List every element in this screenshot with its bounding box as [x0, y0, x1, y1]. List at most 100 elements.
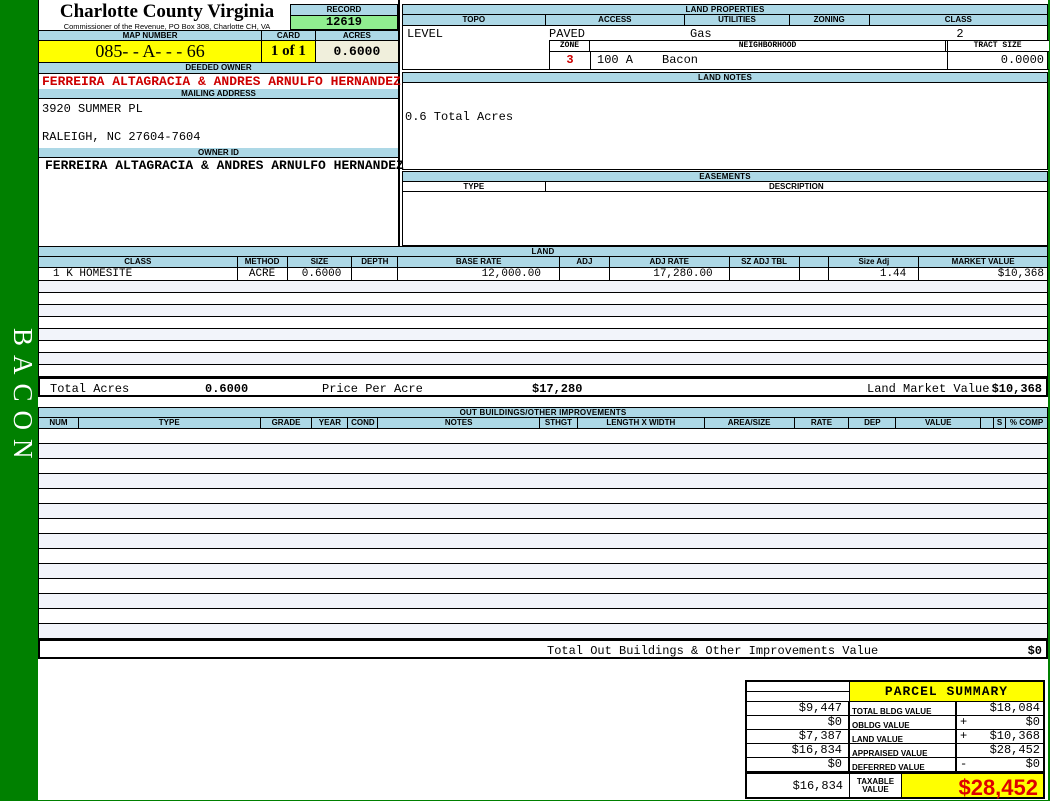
col-year: YEAR [312, 418, 348, 428]
land-empty-row [39, 281, 1047, 293]
prior-value: $7,387 [747, 730, 850, 743]
sidebar-vertical-label: BACON [1, 328, 38, 468]
cell-depth [352, 268, 398, 280]
map-header-row: MAP NUMBER CARD ACRES [39, 30, 398, 41]
address-line-2: RALEIGH, NC 27604-7604 [42, 130, 200, 144]
prior-value: $9,447 [747, 702, 850, 715]
tract-size-value: 0.0000 [947, 53, 1050, 67]
topo-label: TOPO [403, 15, 546, 25]
land-empty-row [39, 365, 1047, 377]
out-buildings-total-row: Total Out Buildings & Other Improvements… [38, 639, 1048, 659]
col-size-adj: Size Adj [829, 257, 919, 267]
summary-row-obldg: $0 OBLDG VALUE + $0 [747, 716, 1043, 730]
out-building-empty-row [39, 504, 1047, 519]
cell-base-rate: 12,000.00 [398, 268, 560, 280]
col-grade: GRADE [261, 418, 313, 428]
land-table-row: 1 K HOMESITE ACRE 0.6000 12,000.00 17,28… [38, 268, 1048, 281]
acres-value: 0.6000 [316, 41, 398, 62]
out-buildings-header-row: NUM TYPE GRADE YEAR COND NOTES STHGT LEN… [38, 418, 1048, 429]
class-value: 2 [871, 27, 1049, 41]
cell-market-value: $10,368 [919, 268, 1047, 280]
col-market-value: MARKET VALUE [919, 257, 1047, 267]
op: + [960, 716, 967, 729]
land-empty-rows [38, 281, 1048, 377]
zone-value: 3 [550, 53, 590, 67]
divider [590, 52, 591, 70]
cell-method: ACRE [238, 268, 288, 280]
land-properties-values: LEVEL PAVED Gas 2 ZONE NEIGHBORHOOD TRAC… [402, 26, 1048, 70]
col-class: CLASS [39, 257, 238, 267]
zone-label: ZONE [550, 41, 590, 51]
value: $28,452 [990, 744, 1040, 757]
current-value: + $10,368 [957, 730, 1043, 743]
col-rate: RATE [795, 418, 850, 428]
county-title: Charlotte County Virginia [39, 1, 295, 23]
county-header: Charlotte County Virginia Commissioner o… [39, 0, 398, 30]
out-building-empty-row [39, 534, 1047, 549]
summary-row-taxable: $16,834 TAXABLE VALUE $28,452 [747, 772, 1043, 797]
value: $10,368 [990, 730, 1040, 743]
cell-sz-adj-tbl [730, 268, 800, 280]
out-building-empty-row [39, 549, 1047, 564]
land-empty-row [39, 293, 1047, 305]
row-label: TOTAL BLDG VALUE [850, 702, 957, 715]
utilities-label: UTILITIES [685, 15, 790, 25]
out-building-empty-row [39, 429, 1047, 444]
access-value: PAVED [549, 27, 585, 41]
zone-header-row: ZONE NEIGHBORHOOD TRACT SIZE [550, 41, 1049, 52]
out-building-empty-row [39, 594, 1047, 609]
land-table-title: LAND [38, 246, 1048, 257]
col-adj-rate: ADJ RATE [610, 257, 730, 267]
parcel-summary-header: PARCEL SUMMARY [747, 682, 1043, 702]
col-blank [981, 418, 994, 428]
easements-section: EASEMENTS TYPE DESCRIPTION [402, 171, 1048, 246]
op: - [960, 758, 967, 771]
out-building-empty-row [39, 489, 1047, 504]
current-value: + $0 [957, 716, 1043, 729]
out-buildings-section: OUT BUILDINGS/OTHER IMPROVEMENTS NUM TYP… [38, 407, 1048, 659]
value: $0 [1026, 758, 1040, 771]
row-label: OBLDG VALUE [850, 716, 957, 729]
col-blank [800, 257, 830, 267]
land-notes-body: 0.6 Total Acres [402, 83, 1048, 170]
row-label: LAND VALUE [850, 730, 957, 743]
price-per-acre-label: Price Per Acre [322, 382, 423, 396]
cell-adj-rate: 17,280.00 [610, 268, 730, 280]
easement-description-label: DESCRIPTION [546, 182, 1047, 191]
row-label: APPRAISED VALUE [850, 744, 957, 757]
parcel-summary-title: PARCEL SUMMARY [850, 682, 1043, 701]
property-record-page: { "sidebar_label": "BACON", "header": { … [0, 0, 1050, 800]
col-method: METHOD [238, 257, 288, 267]
price-per-acre-value: $17,280 [532, 382, 582, 396]
mailing-address: 3920 SUMMER PL RALEIGH, NC 27604-7604 [39, 99, 398, 148]
easement-type-label: TYPE [403, 182, 546, 191]
prior-value: $0 [747, 758, 850, 771]
summary-row-appraised: $16,834 APPRAISED VALUE $28,452 [747, 744, 1043, 758]
summary-row-deferred: $0 DEFERRED VALUE - $0 [747, 758, 1043, 772]
out-building-empty-row [39, 474, 1047, 489]
col-size: SIZE [288, 257, 353, 267]
summary-row-land: $7,387 LAND VALUE + $10,368 [747, 730, 1043, 744]
out-buildings-title: OUT BUILDINGS/OTHER IMPROVEMENTS [38, 407, 1048, 418]
class-label: CLASS [870, 15, 1047, 25]
owner-id-value: FERREIRA ALTAGRACIA & ANDRES ARNULFO HER… [39, 158, 398, 173]
col-base-rate: BASE RATE [398, 257, 560, 267]
map-number-value: 085- - A- - - 66 [39, 41, 262, 62]
value: $18,084 [990, 702, 1040, 715]
land-notes-title: LAND NOTES [402, 72, 1048, 83]
cell-size: 0.6000 [288, 268, 353, 280]
deeded-owner-label: DEEDED OWNER [39, 63, 398, 74]
neighborhood-name: Bacon [662, 53, 698, 67]
taxable-value: $28,452 [902, 774, 1043, 797]
record-box: RECORD 12619 [290, 4, 398, 30]
owner-id-label: OWNER ID [39, 148, 398, 158]
county-subtitle: Commissioner of the Revenue, PO Box 308,… [39, 22, 295, 31]
current-value: - $0 [957, 758, 1043, 771]
acres-label: ACRES [316, 31, 398, 40]
cell-adj [560, 268, 610, 280]
total-acres-label: Total Acres [50, 382, 129, 396]
out-building-empty-row [39, 624, 1047, 639]
col-length-width: LENGTH X WIDTH [578, 418, 705, 428]
zoning-label: ZONING [790, 15, 870, 25]
col-notes: NOTES [378, 418, 540, 428]
